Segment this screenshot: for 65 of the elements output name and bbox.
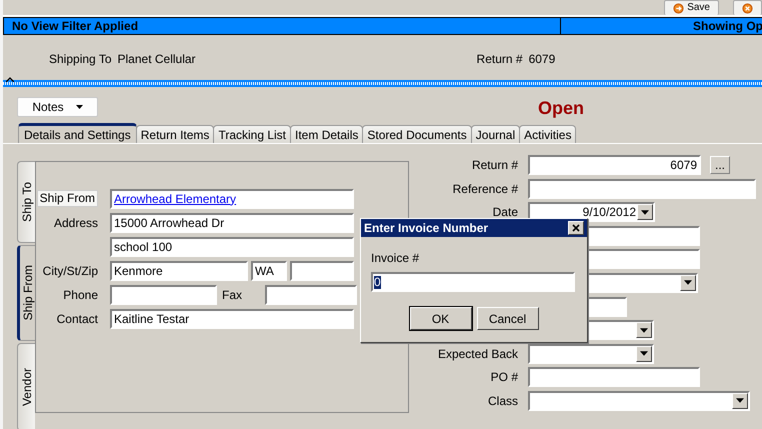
- notes-dropdown[interactable]: Notes: [17, 96, 98, 116]
- cancel-button[interactable]: Cancel: [476, 307, 538, 330]
- state-field[interactable]: WA: [251, 260, 287, 280]
- input-field[interactable]: Kaitline Testar: [110, 308, 354, 328]
- input-field[interactable]: [528, 178, 756, 199]
- splitter-bar[interactable]: [3, 80, 762, 87]
- dropdown-field[interactable]: [528, 390, 750, 411]
- ship-from-link[interactable]: Arrowhead Elementary: [114, 190, 236, 206]
- field-label: Class: [488, 394, 518, 408]
- field-label: Phone: [63, 288, 98, 302]
- input-field[interactable]: school 100: [110, 236, 354, 256]
- close-button[interactable]: [568, 221, 584, 235]
- status-label: Open: [538, 98, 584, 119]
- save-button[interactable]: Save: [664, 0, 719, 15]
- caret-icon: [641, 210, 649, 215]
- caret-icon: [640, 351, 648, 356]
- filter-label: No View Filter Applied: [4, 18, 561, 34]
- input-field[interactable]: Arrowhead Elementary: [110, 188, 354, 208]
- tab[interactable]: Details and Settings: [18, 123, 137, 143]
- circle-arrow-icon: [673, 2, 684, 14]
- caret-icon: [684, 280, 692, 286]
- return-value: 6079: [528, 52, 556, 66]
- input-field[interactable]: [528, 367, 700, 388]
- field-label: Reference #: [452, 182, 518, 196]
- field-label: Contact: [56, 312, 98, 326]
- fax-field[interactable]: [265, 284, 357, 304]
- city-field[interactable]: Kenmore: [110, 260, 248, 280]
- caret-icon: [76, 104, 83, 108]
- dialog-title: Enter Invoice Number: [364, 221, 488, 235]
- tab[interactable]: Activities: [519, 125, 576, 143]
- caret-icon: [6, 77, 14, 82]
- ok-button[interactable]: OK: [410, 307, 472, 330]
- tab[interactable]: Item Details: [290, 125, 364, 143]
- field-label: Address: [54, 216, 98, 230]
- ship-from-button[interactable]: Ship From: [36, 190, 98, 207]
- dropdown-field[interactable]: [528, 344, 654, 364]
- caret-icon: [640, 328, 648, 333]
- toolbar-button[interactable]: [733, 0, 762, 15]
- tab[interactable]: Stored Documents: [362, 125, 472, 143]
- field-label: PO #: [490, 370, 518, 384]
- field-label: Expected Back: [438, 346, 518, 361]
- shipping-label: Shipping To: [49, 52, 112, 66]
- side-tab[interactable]: Vendor: [17, 343, 35, 429]
- field-label: Fax: [221, 288, 244, 302]
- date-field[interactable]: 9/10/2012: [528, 202, 655, 222]
- input-field[interactable]: 15000 Arrowhead Dr: [110, 212, 354, 232]
- invoice-field[interactable]: 0: [371, 272, 575, 292]
- shipping-value: Planet Cellular: [118, 52, 196, 66]
- side-tab[interactable]: Ship To: [17, 161, 35, 243]
- lookup-button[interactable]: ...: [710, 156, 730, 174]
- field-label: Return #: [472, 158, 518, 172]
- tab[interactable]: Journal: [470, 125, 520, 143]
- phone-field[interactable]: [110, 284, 217, 304]
- caret-icon: [736, 398, 744, 404]
- tab[interactable]: Return Items: [136, 125, 214, 143]
- return-label: Return #: [476, 52, 523, 66]
- field-label: Date: [492, 205, 518, 220]
- circle-x-icon: [742, 2, 753, 14]
- close-icon: [572, 224, 580, 232]
- side-tab[interactable]: Ship From: [17, 245, 35, 341]
- tab[interactable]: Tracking List: [213, 125, 292, 143]
- field-label: City/St/Zip: [42, 264, 98, 278]
- invoice-label: Invoice #: [371, 251, 420, 265]
- zip-field[interactable]: [290, 260, 354, 280]
- input-field[interactable]: 6079: [528, 155, 701, 175]
